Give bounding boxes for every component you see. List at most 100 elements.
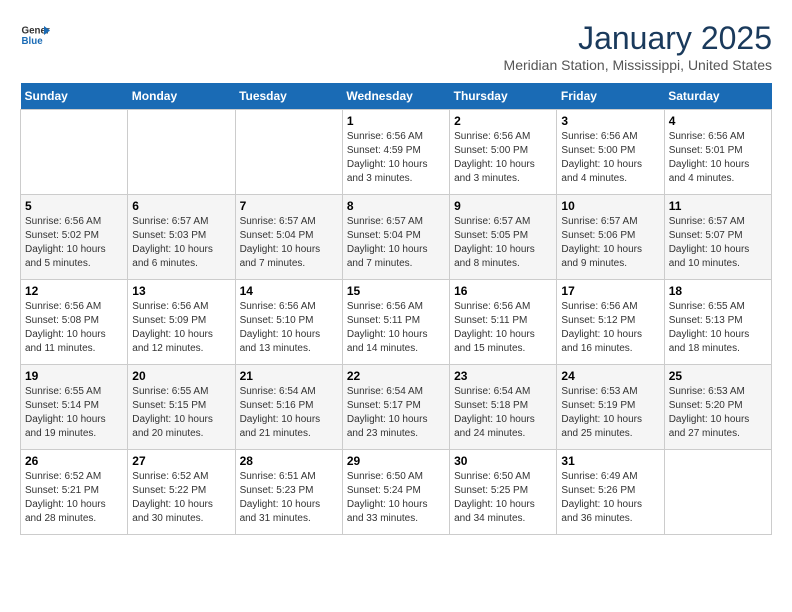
- weekday-header: Tuesday: [235, 83, 342, 110]
- day-info: Sunrise: 6:56 AMSunset: 5:09 PMDaylight:…: [132, 300, 230, 356]
- day-info: Sunrise: 6:56 AMSunset: 5:11 PMDaylight:…: [454, 300, 552, 356]
- day-number: 1: [347, 114, 445, 128]
- day-number: 2: [454, 114, 552, 128]
- calendar-cell: 5 Sunrise: 6:56 AMSunset: 5:02 PMDayligh…: [21, 195, 128, 280]
- day-info: Sunrise: 6:49 AMSunset: 5:26 PMDaylight:…: [561, 470, 659, 526]
- calendar-week-row: 19 Sunrise: 6:55 AMSunset: 5:14 PMDaylig…: [21, 365, 772, 450]
- calendar-week-row: 26 Sunrise: 6:52 AMSunset: 5:21 PMDaylig…: [21, 450, 772, 535]
- calendar-cell: 31 Sunrise: 6:49 AMSunset: 5:26 PMDaylig…: [557, 450, 664, 535]
- calendar-cell: 22 Sunrise: 6:54 AMSunset: 5:17 PMDaylig…: [342, 365, 449, 450]
- calendar-cell: 6 Sunrise: 6:57 AMSunset: 5:03 PMDayligh…: [128, 195, 235, 280]
- day-info: Sunrise: 6:56 AMSunset: 5:00 PMDaylight:…: [561, 130, 659, 186]
- day-info: Sunrise: 6:53 AMSunset: 5:19 PMDaylight:…: [561, 385, 659, 441]
- day-info: Sunrise: 6:56 AMSunset: 4:59 PMDaylight:…: [347, 130, 445, 186]
- calendar-cell: 1 Sunrise: 6:56 AMSunset: 4:59 PMDayligh…: [342, 110, 449, 195]
- weekday-header: Thursday: [450, 83, 557, 110]
- day-info: Sunrise: 6:56 AMSunset: 5:11 PMDaylight:…: [347, 300, 445, 356]
- day-number: 4: [669, 114, 767, 128]
- day-info: Sunrise: 6:53 AMSunset: 5:20 PMDaylight:…: [669, 385, 767, 441]
- day-number: 26: [25, 454, 123, 468]
- day-number: 31: [561, 454, 659, 468]
- calendar-cell: 11 Sunrise: 6:57 AMSunset: 5:07 PMDaylig…: [664, 195, 771, 280]
- day-info: Sunrise: 6:57 AMSunset: 5:04 PMDaylight:…: [347, 215, 445, 271]
- weekday-header: Saturday: [664, 83, 771, 110]
- calendar-cell: 7 Sunrise: 6:57 AMSunset: 5:04 PMDayligh…: [235, 195, 342, 280]
- day-number: 7: [240, 199, 338, 213]
- calendar-cell: 2 Sunrise: 6:56 AMSunset: 5:00 PMDayligh…: [450, 110, 557, 195]
- day-info: Sunrise: 6:54 AMSunset: 5:18 PMDaylight:…: [454, 385, 552, 441]
- calendar-cell: 8 Sunrise: 6:57 AMSunset: 5:04 PMDayligh…: [342, 195, 449, 280]
- weekday-header-row: SundayMondayTuesdayWednesdayThursdayFrid…: [21, 83, 772, 110]
- day-number: 25: [669, 369, 767, 383]
- calendar-cell: 29 Sunrise: 6:50 AMSunset: 5:24 PMDaylig…: [342, 450, 449, 535]
- day-number: 14: [240, 284, 338, 298]
- calendar-week-row: 5 Sunrise: 6:56 AMSunset: 5:02 PMDayligh…: [21, 195, 772, 280]
- calendar-cell: 4 Sunrise: 6:56 AMSunset: 5:01 PMDayligh…: [664, 110, 771, 195]
- calendar-cell: 26 Sunrise: 6:52 AMSunset: 5:21 PMDaylig…: [21, 450, 128, 535]
- day-number: 27: [132, 454, 230, 468]
- calendar-cell: 14 Sunrise: 6:56 AMSunset: 5:10 PMDaylig…: [235, 280, 342, 365]
- calendar-cell: 10 Sunrise: 6:57 AMSunset: 5:06 PMDaylig…: [557, 195, 664, 280]
- day-info: Sunrise: 6:54 AMSunset: 5:16 PMDaylight:…: [240, 385, 338, 441]
- calendar-cell: [21, 110, 128, 195]
- day-info: Sunrise: 6:50 AMSunset: 5:25 PMDaylight:…: [454, 470, 552, 526]
- day-number: 21: [240, 369, 338, 383]
- calendar-cell: [664, 450, 771, 535]
- day-number: 28: [240, 454, 338, 468]
- day-number: 9: [454, 199, 552, 213]
- day-info: Sunrise: 6:54 AMSunset: 5:17 PMDaylight:…: [347, 385, 445, 441]
- day-number: 6: [132, 199, 230, 213]
- day-number: 19: [25, 369, 123, 383]
- page-header: General Blue January 2025 Meridian Stati…: [20, 20, 772, 73]
- day-number: 3: [561, 114, 659, 128]
- calendar-cell: 30 Sunrise: 6:50 AMSunset: 5:25 PMDaylig…: [450, 450, 557, 535]
- day-info: Sunrise: 6:55 AMSunset: 5:15 PMDaylight:…: [132, 385, 230, 441]
- day-info: Sunrise: 6:57 AMSunset: 5:07 PMDaylight:…: [669, 215, 767, 271]
- calendar-cell: 3 Sunrise: 6:56 AMSunset: 5:00 PMDayligh…: [557, 110, 664, 195]
- day-info: Sunrise: 6:56 AMSunset: 5:10 PMDaylight:…: [240, 300, 338, 356]
- day-number: 12: [25, 284, 123, 298]
- day-info: Sunrise: 6:57 AMSunset: 5:06 PMDaylight:…: [561, 215, 659, 271]
- calendar-cell: 28 Sunrise: 6:51 AMSunset: 5:23 PMDaylig…: [235, 450, 342, 535]
- day-info: Sunrise: 6:57 AMSunset: 5:04 PMDaylight:…: [240, 215, 338, 271]
- weekday-header: Wednesday: [342, 83, 449, 110]
- calendar-cell: 13 Sunrise: 6:56 AMSunset: 5:09 PMDaylig…: [128, 280, 235, 365]
- calendar-cell: 17 Sunrise: 6:56 AMSunset: 5:12 PMDaylig…: [557, 280, 664, 365]
- day-number: 18: [669, 284, 767, 298]
- calendar-cell: [128, 110, 235, 195]
- calendar-table: SundayMondayTuesdayWednesdayThursdayFrid…: [20, 83, 772, 535]
- day-number: 30: [454, 454, 552, 468]
- calendar-week-row: 12 Sunrise: 6:56 AMSunset: 5:08 PMDaylig…: [21, 280, 772, 365]
- calendar-cell: 19 Sunrise: 6:55 AMSunset: 5:14 PMDaylig…: [21, 365, 128, 450]
- day-info: Sunrise: 6:55 AMSunset: 5:14 PMDaylight:…: [25, 385, 123, 441]
- day-number: 10: [561, 199, 659, 213]
- day-number: 15: [347, 284, 445, 298]
- day-number: 23: [454, 369, 552, 383]
- weekday-header: Friday: [557, 83, 664, 110]
- day-info: Sunrise: 6:52 AMSunset: 5:21 PMDaylight:…: [25, 470, 123, 526]
- calendar-cell: 15 Sunrise: 6:56 AMSunset: 5:11 PMDaylig…: [342, 280, 449, 365]
- calendar-cell: 20 Sunrise: 6:55 AMSunset: 5:15 PMDaylig…: [128, 365, 235, 450]
- day-info: Sunrise: 6:56 AMSunset: 5:01 PMDaylight:…: [669, 130, 767, 186]
- day-number: 16: [454, 284, 552, 298]
- day-number: 13: [132, 284, 230, 298]
- location-title: Meridian Station, Mississippi, United St…: [504, 57, 772, 73]
- day-number: 5: [25, 199, 123, 213]
- calendar-cell: 9 Sunrise: 6:57 AMSunset: 5:05 PMDayligh…: [450, 195, 557, 280]
- day-info: Sunrise: 6:51 AMSunset: 5:23 PMDaylight:…: [240, 470, 338, 526]
- calendar-cell: 16 Sunrise: 6:56 AMSunset: 5:11 PMDaylig…: [450, 280, 557, 365]
- calendar-cell: 25 Sunrise: 6:53 AMSunset: 5:20 PMDaylig…: [664, 365, 771, 450]
- calendar-cell: 18 Sunrise: 6:55 AMSunset: 5:13 PMDaylig…: [664, 280, 771, 365]
- day-info: Sunrise: 6:56 AMSunset: 5:12 PMDaylight:…: [561, 300, 659, 356]
- day-number: 11: [669, 199, 767, 213]
- day-number: 8: [347, 199, 445, 213]
- day-info: Sunrise: 6:57 AMSunset: 5:03 PMDaylight:…: [132, 215, 230, 271]
- svg-text:Blue: Blue: [22, 36, 44, 47]
- day-number: 22: [347, 369, 445, 383]
- day-info: Sunrise: 6:55 AMSunset: 5:13 PMDaylight:…: [669, 300, 767, 356]
- calendar-body: 1 Sunrise: 6:56 AMSunset: 4:59 PMDayligh…: [21, 110, 772, 535]
- day-number: 24: [561, 369, 659, 383]
- day-number: 17: [561, 284, 659, 298]
- logo: General Blue: [20, 20, 50, 50]
- weekday-header: Monday: [128, 83, 235, 110]
